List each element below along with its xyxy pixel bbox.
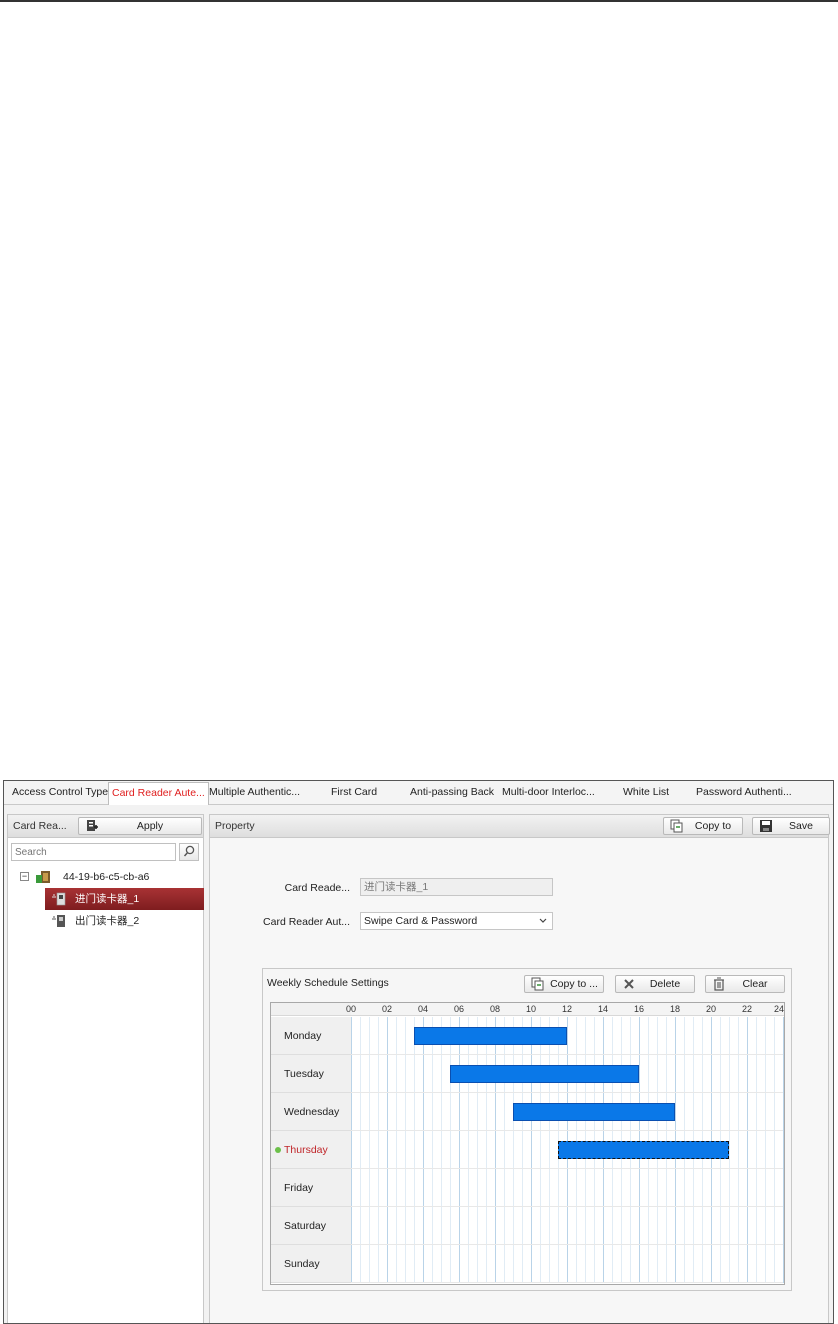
card-reader-icon	[52, 915, 65, 927]
device-label: 44-19-b6-c5-cb-a6	[63, 871, 150, 883]
clear-label: Clear	[742, 978, 768, 990]
search-input[interactable]	[11, 843, 176, 861]
day-label-sunday[interactable]: Sunday	[271, 1245, 351, 1283]
weekly-schedule-panel: Weekly Schedule Settings Copy to ... Del…	[262, 968, 792, 1291]
tree-device-row[interactable]: − 44-19-b6-c5-cb-a6	[8, 866, 203, 888]
hour-label-18: 18	[669, 1004, 680, 1014]
schedule-bar-wednesday[interactable]	[513, 1103, 675, 1121]
card-reader-label: Card Reade...	[284, 882, 350, 894]
tab-white-list[interactable]: White List	[623, 781, 669, 804]
hour-label-00: 00	[345, 1004, 356, 1014]
save-label: Save	[789, 820, 813, 832]
trash-icon	[714, 977, 724, 991]
row-separator	[351, 1168, 783, 1169]
apply-button[interactable]: Apply	[78, 817, 202, 835]
grid-corner	[271, 1003, 351, 1016]
top-rule	[0, 0, 838, 2]
property-panel: Property Copy to Save Card Reade... 进门读卡	[209, 814, 830, 1323]
weekly-schedule-title: Weekly Schedule Settings	[267, 977, 389, 989]
day-label-thursday[interactable]: Thursday	[271, 1131, 351, 1169]
card-reader-auth-window: Access Control Type Card Reader Aute... …	[3, 780, 834, 1324]
schedule-grid[interactable]: 00 02 04 06 08 10 12 14 16 18 20 22 24 Monday Tuesday…	[270, 1002, 785, 1285]
schedule-bar-tuesday[interactable]	[450, 1065, 639, 1083]
day-label-tuesday[interactable]: Tuesday	[271, 1055, 351, 1093]
copy-to-button[interactable]: Copy to	[663, 817, 743, 835]
card-reader-panel-title: Card Rea...	[13, 820, 67, 832]
apply-label: Apply	[136, 820, 164, 832]
row-separator	[351, 1092, 783, 1093]
save-icon	[760, 820, 772, 832]
hour-label-12: 12	[561, 1004, 572, 1014]
auth-mode-select[interactable]: Swipe Card & Password	[360, 912, 553, 930]
tab-anti-passing-back[interactable]: Anti-passing Back	[410, 781, 494, 804]
hour-label-22: 22	[741, 1004, 752, 1014]
day-label-text: Friday	[284, 1182, 314, 1194]
day-label-saturday[interactable]: Saturday	[271, 1207, 351, 1245]
reader-label-2: 出门读卡器_2	[75, 915, 140, 927]
delete-button[interactable]: Delete	[615, 975, 695, 993]
copy-icon	[531, 977, 544, 991]
day-label-text: Monday	[284, 1030, 322, 1042]
search-button[interactable]	[179, 843, 199, 861]
tab-bar: Access Control Type Card Reader Aute... …	[4, 781, 833, 805]
chevron-down-icon	[539, 918, 547, 923]
delete-label: Delete	[649, 978, 681, 990]
apply-icon	[87, 820, 98, 831]
reader-label-1: 进门读卡器_1	[75, 893, 140, 905]
hour-label-06: 06	[453, 1004, 464, 1014]
hour-label-16: 16	[633, 1004, 644, 1014]
row-separator	[351, 1282, 783, 1283]
copy-icon	[670, 819, 683, 833]
tab-password-authentication[interactable]: Password Authenti...	[696, 781, 792, 804]
day-label-text: Saturday	[284, 1220, 327, 1232]
tree-reader-row-1[interactable]: 进门读卡器_1	[45, 888, 204, 910]
tab-access-control-type[interactable]: Access Control Type	[12, 781, 108, 804]
grid-line	[783, 1017, 784, 1283]
row-separator	[351, 1206, 783, 1207]
day-label-text: Tuesday	[284, 1068, 324, 1080]
selected-day-indicator	[275, 1147, 281, 1153]
save-button[interactable]: Save	[752, 817, 830, 835]
property-panel-header: Property Copy to Save	[210, 815, 830, 838]
hour-label-24: 24	[773, 1004, 784, 1014]
day-label-text: Wednesday	[284, 1106, 340, 1118]
day-label-wednesday[interactable]: Wednesday	[271, 1093, 351, 1131]
day-label-text: Thursday	[284, 1144, 328, 1156]
hour-label-14: 14	[597, 1004, 608, 1014]
schedule-bar-thursday[interactable]	[558, 1141, 729, 1159]
row-separator	[351, 1054, 783, 1055]
auth-mode-value: Swipe Card & Password	[364, 915, 478, 927]
card-reader-panel: Card Rea... Apply −	[7, 814, 204, 1323]
collapse-toggle[interactable]: −	[20, 872, 29, 881]
search-icon	[183, 845, 195, 857]
delete-icon	[624, 979, 634, 989]
day-label-friday[interactable]: Friday	[271, 1169, 351, 1207]
auth-mode-label: Card Reader Aut...	[263, 916, 350, 928]
copy-to-label: Copy to	[694, 820, 732, 832]
card-reader-panel-header: Card Rea... Apply	[8, 815, 203, 838]
schedule-copy-label: Copy to ...	[550, 978, 598, 990]
hour-label-02: 02	[381, 1004, 392, 1014]
access-controller-icon	[36, 871, 50, 883]
property-title: Property	[215, 820, 255, 832]
tab-card-reader-authentication[interactable]: Card Reader Aute...	[108, 782, 209, 805]
schedule-bar-monday[interactable]	[414, 1027, 567, 1045]
tab-first-card[interactable]: First Card	[331, 781, 377, 804]
tab-multiple-authentication[interactable]: Multiple Authentic...	[209, 781, 300, 804]
row-separator	[351, 1130, 783, 1131]
day-label-monday[interactable]: Monday	[271, 1017, 351, 1055]
tree-reader-row-2[interactable]: 出门读卡器_2	[45, 910, 204, 932]
schedule-copy-to-button[interactable]: Copy to ...	[524, 975, 604, 993]
card-reader-icon	[52, 892, 66, 906]
tab-multi-door-interlock[interactable]: Multi-door Interloc...	[502, 781, 595, 804]
hour-label-04: 04	[417, 1004, 428, 1014]
row-separator	[351, 1244, 783, 1245]
hour-label-20: 20	[705, 1004, 716, 1014]
clear-button[interactable]: Clear	[705, 975, 785, 993]
hour-label-10: 10	[525, 1004, 536, 1014]
card-reader-name-field: 进门读卡器_1	[360, 878, 553, 896]
hour-label-08: 08	[489, 1004, 500, 1014]
day-label-text: Sunday	[284, 1258, 320, 1270]
